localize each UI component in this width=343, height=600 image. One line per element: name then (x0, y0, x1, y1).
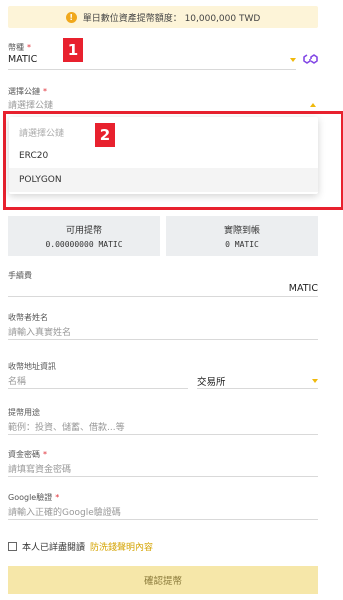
google-code-underline (8, 519, 318, 520)
currency-label: 幣種 * (8, 42, 31, 53)
confirm-withdraw-button[interactable]: 確認提幣 (8, 566, 318, 594)
available-title: 可用提幣 (65, 226, 102, 236)
purpose-input[interactable]: 範例：投資、儲蓄、借款...等 (8, 420, 318, 433)
currency-select[interactable]: MATIC (8, 54, 296, 65)
chain-placeholder: 請選擇公鏈 (8, 101, 54, 111)
purpose-label: 提幣用途 (8, 408, 40, 417)
fund-password-label-text: 資金密碼 (8, 450, 40, 459)
agreement-row: 本人已詳盡閱讀 防洗錢聲明內容 (8, 540, 153, 553)
fee-underline (8, 296, 318, 297)
chevron-down-icon (312, 379, 318, 383)
chevron-up-icon (310, 102, 316, 107)
currency-underline (8, 69, 296, 70)
fund-password-underline (8, 476, 318, 477)
fund-password-label: 資金密碼 * (8, 449, 47, 460)
address-type-select[interactable]: 交易所 (197, 374, 318, 388)
purpose-placeholder: 範例：投資、儲蓄、借款...等 (8, 423, 125, 433)
fee-label: 手續費 (8, 271, 32, 280)
matic-logo-icon (303, 54, 318, 64)
purpose-underline (8, 434, 318, 435)
chain-label: 選擇公鏈 * (8, 86, 47, 97)
required-mark: * (43, 87, 47, 96)
chain-option-polygon[interactable]: POLYGON (9, 168, 318, 192)
fee-value: MATIC (288, 283, 318, 294)
recipient-name-placeholder: 請輸入真實姓名 (8, 328, 72, 338)
chain-option-erc20[interactable]: ERC20 (9, 144, 318, 168)
required-mark: * (27, 43, 31, 52)
chain-option-placeholder[interactable]: 請選擇公鏈 (9, 120, 318, 144)
google-code-placeholder: 請輸入正確的Google驗證碼 (8, 508, 121, 518)
aml-statement-link[interactable]: 防洗錢聲明內容 (90, 540, 153, 553)
fund-password-input[interactable]: 請填寫資金密碼 (8, 462, 318, 475)
address-label: 收幣地址資訊 (8, 362, 56, 371)
chain-label-text: 選擇公鏈 (8, 87, 40, 96)
recipient-name-input[interactable]: 請輸入真實姓名 (8, 325, 318, 338)
chain-dropdown-menu: 請選擇公鏈 ERC20 POLYGON (9, 117, 318, 194)
warning-icon: ! (65, 11, 77, 23)
address-name-input[interactable]: 名稱 (8, 374, 188, 387)
google-code-input[interactable]: 請輸入正確的Google驗證碼 (8, 505, 318, 518)
google-code-label-text: Google驗證 (8, 493, 53, 502)
actual-received-card: 實際到帳 0 MATIC (166, 216, 318, 256)
address-type-value: 交易所 (197, 377, 226, 388)
annotation-tag-2: 2 (95, 123, 115, 147)
required-mark: * (55, 493, 60, 502)
google-code-label: Google驗證 * (8, 492, 59, 503)
chain-select[interactable]: 請選擇公鏈 (8, 98, 318, 111)
required-mark: * (43, 450, 47, 459)
fee-field: MATIC (8, 283, 318, 294)
notice-text: 單日數位資產提幣額度： 10,000,000 TWD (82, 13, 261, 24)
actual-value: 0 MATIC (225, 240, 259, 249)
address-name-placeholder: 名稱 (8, 377, 27, 387)
currency-label-text: 幣種 (8, 43, 24, 52)
available-balance-card: 可用提幣 0.00000000 MATIC (8, 216, 160, 256)
recipient-name-label: 收幣者姓名 (8, 313, 48, 322)
address-name-underline (8, 388, 188, 389)
annotation-tag-1: 1 (63, 38, 83, 62)
recipient-name-underline (8, 339, 318, 340)
agree-text: 本人已詳盡閱讀 (22, 543, 86, 553)
address-type-underline (197, 388, 318, 389)
available-value: 0.00000000 MATIC (45, 240, 123, 249)
agree-checkbox[interactable] (8, 542, 17, 551)
currency-value: MATIC (8, 54, 38, 65)
chevron-down-icon (290, 57, 296, 62)
fund-password-placeholder: 請填寫資金密碼 (8, 465, 72, 475)
actual-title: 實際到帳 (223, 226, 260, 236)
withdraw-limit-notice: ! 單日數位資產提幣額度： 10,000,000 TWD (8, 6, 318, 28)
